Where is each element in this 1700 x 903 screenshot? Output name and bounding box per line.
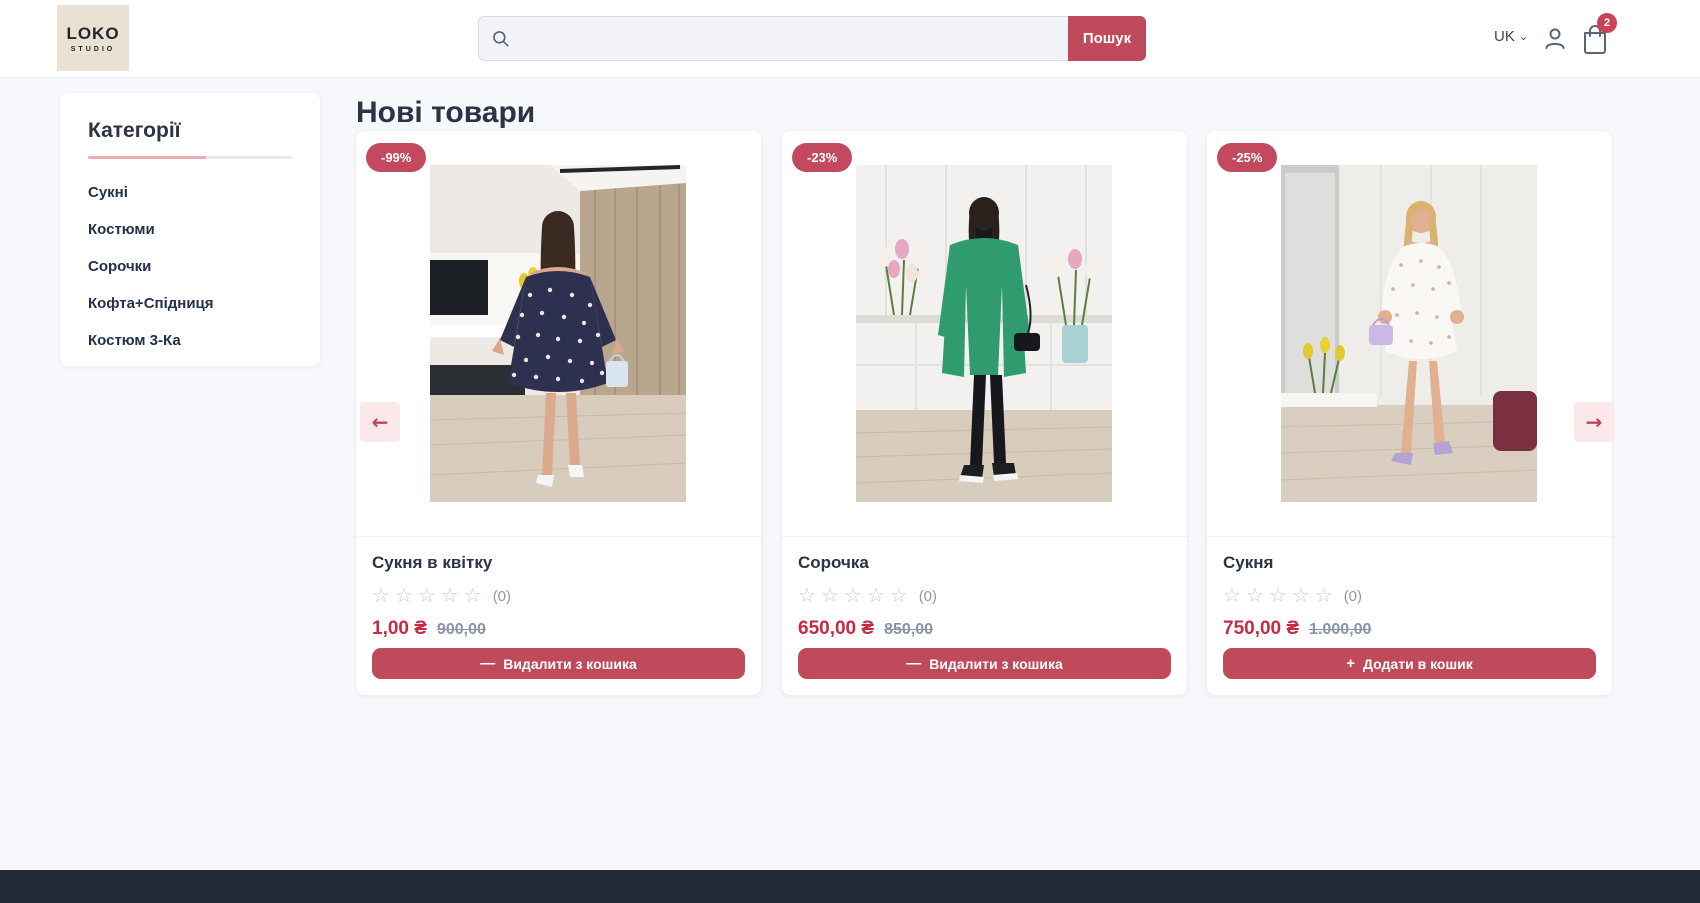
sidebar-item-sukni[interactable]: Сукні <box>88 185 292 201</box>
rating: ☆☆☆☆☆ (0) <box>798 586 1171 606</box>
product-image[interactable] <box>1281 165 1537 502</box>
search-bar: Пошук <box>478 16 1146 61</box>
star-icon: ☆ <box>1246 586 1264 606</box>
button-label: Видалити з кошика <box>929 656 1063 672</box>
carousel-prev-button[interactable]: ← <box>360 402 400 442</box>
sidebar-item-sorochky[interactable]: Сорочки <box>88 259 292 275</box>
search-input-wrap <box>478 16 1068 61</box>
rating-count: (0) <box>493 588 511 605</box>
price-row: 1,00 ₴ 900,00 <box>372 618 745 640</box>
star-icon: ☆ <box>844 586 862 606</box>
logo[interactable]: LOKO STUDIO <box>57 5 129 71</box>
star-icon: ☆ <box>1223 586 1241 606</box>
product-info: Сорочка ☆☆☆☆☆ (0) 650,00 ₴ 850,00 — Вида… <box>782 536 1187 695</box>
star-icon: ☆ <box>372 586 390 606</box>
old-price: 850,00 <box>884 621 933 639</box>
discount-badge: -23% <box>792 143 852 172</box>
product-name[interactable]: Сорочка <box>798 553 1171 573</box>
star-icon: ☆ <box>441 586 459 606</box>
remove-from-cart-button[interactable]: — Видалити з кошика <box>372 648 745 679</box>
current-price: 1,00 ₴ <box>372 618 427 640</box>
user-icon <box>1541 25 1569 53</box>
star-icon: ☆ <box>464 586 482 606</box>
categories-underline <box>88 156 292 159</box>
old-price: 900,00 <box>437 621 486 639</box>
minus-icon: — <box>906 655 921 672</box>
rating: ☆☆☆☆☆ (0) <box>1223 586 1596 606</box>
star-icon: ☆ <box>1292 586 1310 606</box>
discount-badge: -25% <box>1217 143 1277 172</box>
carousel-next-button[interactable]: → <box>1574 402 1614 442</box>
price-row: 650,00 ₴ 850,00 <box>798 618 1171 640</box>
minus-icon: — <box>480 655 495 672</box>
chevron-down-icon: ⌄ <box>1519 30 1528 43</box>
rating: ☆☆☆☆☆ (0) <box>372 586 745 606</box>
star-icon: ☆ <box>798 586 816 606</box>
cart-count-badge: 2 <box>1597 13 1617 33</box>
star-icon: ☆ <box>1269 586 1287 606</box>
header: LOKO STUDIO Пошук UK ⌄ 2 <box>0 0 1700 78</box>
plus-icon: + <box>1346 655 1355 672</box>
footer <box>0 870 1700 903</box>
current-price: 650,00 ₴ <box>798 618 874 640</box>
price-row: 750,00 ₴ 1.000,00 <box>1223 618 1596 640</box>
button-label: Додати в кошик <box>1363 656 1473 672</box>
account-button[interactable] <box>1541 25 1569 53</box>
old-price: 1.000,00 <box>1309 621 1371 639</box>
arrow-right-icon: → <box>1586 410 1603 434</box>
add-to-cart-button[interactable]: + Додати в кошик <box>1223 648 1596 679</box>
language-label: UK <box>1494 28 1515 45</box>
arrow-left-icon: ← <box>372 410 389 434</box>
product-name[interactable]: Сукня в квітку <box>372 553 745 573</box>
sidebar-item-kostyumy[interactable]: Костюми <box>88 222 292 238</box>
product-info: Сукня в квітку ☆☆☆☆☆ (0) 1,00 ₴ 900,00 —… <box>356 536 761 695</box>
product-image[interactable] <box>856 165 1112 502</box>
current-price: 750,00 ₴ <box>1223 618 1299 640</box>
product-name[interactable]: Сукня <box>1223 553 1596 573</box>
search-input[interactable] <box>511 17 1068 60</box>
sidebar-item-kofta-spidnytsia[interactable]: Кофта+Спідниця <box>88 296 292 312</box>
star-icon: ☆ <box>418 586 436 606</box>
sidebar-item-kostyum-3ka[interactable]: Костюм 3-Ка <box>88 333 292 349</box>
categories-panel: Категорії Сукні Костюми Сорочки Кофта+Сп… <box>60 93 320 366</box>
categories-title: Категорії <box>88 119 292 143</box>
search-button[interactable]: Пошук <box>1068 16 1146 61</box>
search-icon <box>491 29 511 49</box>
product-card[interactable]: -23% <box>782 131 1187 695</box>
language-selector[interactable]: UK ⌄ <box>1494 28 1528 45</box>
star-icon: ☆ <box>890 586 908 606</box>
page-title: Нові товари <box>356 96 535 130</box>
star-icon: ☆ <box>1315 586 1333 606</box>
star-icon: ☆ <box>821 586 839 606</box>
logo-subtext: STUDIO <box>71 46 115 53</box>
star-icon: ☆ <box>395 586 413 606</box>
product-info: Сукня ☆☆☆☆☆ (0) 750,00 ₴ 1.000,00 + Дода… <box>1207 536 1612 695</box>
category-list: Сукні Костюми Сорочки Кофта+Спідниця Кос… <box>88 185 292 349</box>
rating-count: (0) <box>919 588 937 605</box>
product-card[interactable]: -99% <box>356 131 761 695</box>
button-label: Видалити з кошика <box>503 656 637 672</box>
remove-from-cart-button[interactable]: — Видалити з кошика <box>798 648 1171 679</box>
logo-text: LOKO <box>66 24 119 44</box>
product-image[interactable] <box>430 165 686 502</box>
star-icon: ☆ <box>867 586 885 606</box>
rating-count: (0) <box>1344 588 1362 605</box>
product-card[interactable]: -25% <box>1207 131 1612 695</box>
discount-badge: -99% <box>366 143 426 172</box>
